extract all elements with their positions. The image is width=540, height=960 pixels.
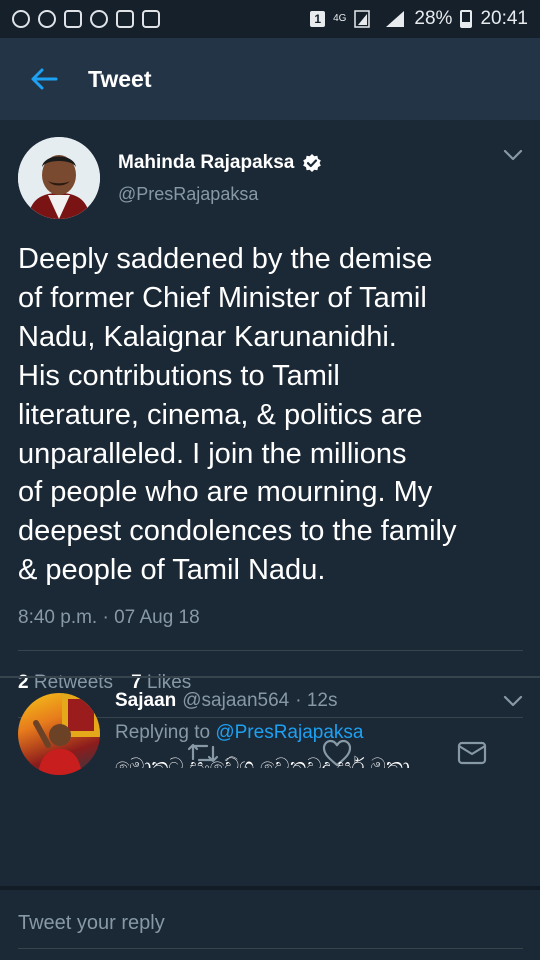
app-icon bbox=[142, 10, 160, 28]
back-button[interactable] bbox=[0, 38, 88, 120]
avatar[interactable] bbox=[18, 137, 100, 219]
reply-input[interactable]: Tweet your reply bbox=[18, 912, 523, 935]
battery-percent: 28% bbox=[414, 8, 453, 29]
reply-author-handle[interactable]: @sajaan564 bbox=[182, 690, 289, 712]
chevron-down-icon[interactable] bbox=[502, 148, 524, 162]
avatar[interactable] bbox=[18, 693, 100, 775]
instagram-icon bbox=[116, 10, 134, 28]
network-type: 4G bbox=[333, 13, 347, 24]
cell-signal-icon bbox=[386, 11, 405, 27]
clipboard-icon bbox=[64, 10, 82, 28]
replying-prefix: Replying to bbox=[115, 722, 211, 743]
avatar-image bbox=[33, 693, 100, 775]
signal-icon bbox=[354, 10, 371, 28]
reply-header: Sajaan @sajaan564 · 12s bbox=[115, 690, 338, 712]
reply-composer: Tweet your reply bbox=[0, 890, 540, 960]
arrow-left-icon bbox=[31, 68, 58, 90]
author-name[interactable]: Mahinda Rajapaksa bbox=[118, 152, 294, 174]
avatar-image bbox=[18, 137, 100, 219]
sim-indicator: 1 bbox=[310, 11, 326, 27]
input-underline bbox=[18, 948, 523, 949]
mention-link[interactable]: @PresRajapaksa bbox=[215, 722, 363, 743]
reply-time: · 12s bbox=[295, 690, 338, 711]
tweet-timestamp: 8:40 p.m. · 07 Aug 18 bbox=[18, 607, 200, 628]
notification-icons bbox=[12, 10, 160, 28]
divider bbox=[18, 650, 523, 651]
whatsapp-icon bbox=[12, 10, 30, 28]
verified-badge-icon bbox=[303, 154, 322, 172]
reply-author-name[interactable]: Sajaan bbox=[115, 690, 176, 712]
battery-icon bbox=[460, 10, 473, 28]
clock: 20:41 bbox=[480, 8, 528, 29]
page-title: Tweet bbox=[88, 65, 152, 92]
tweet-text: Deeply saddened by the demise of former … bbox=[18, 243, 457, 587]
author-handle[interactable]: @PresRajapaksa bbox=[118, 184, 258, 205]
author-row: Mahinda Rajapaksa bbox=[118, 152, 322, 174]
replying-to: Replying to @PresRajapaksa bbox=[115, 722, 363, 744]
app-bar: Tweet bbox=[0, 38, 540, 120]
reply-tweet[interactable]: Sajaan @sajaan564 · 12s Replying to @Pre… bbox=[0, 678, 540, 888]
notification-icon bbox=[90, 10, 108, 28]
reply-text: මොකට සංවේග වෙනවද සර් ඔකා bbox=[115, 755, 410, 768]
status-bar: 1 4G 28% 20:41 bbox=[0, 0, 540, 38]
chevron-down-icon[interactable] bbox=[502, 694, 524, 708]
chat-icon bbox=[38, 10, 56, 28]
